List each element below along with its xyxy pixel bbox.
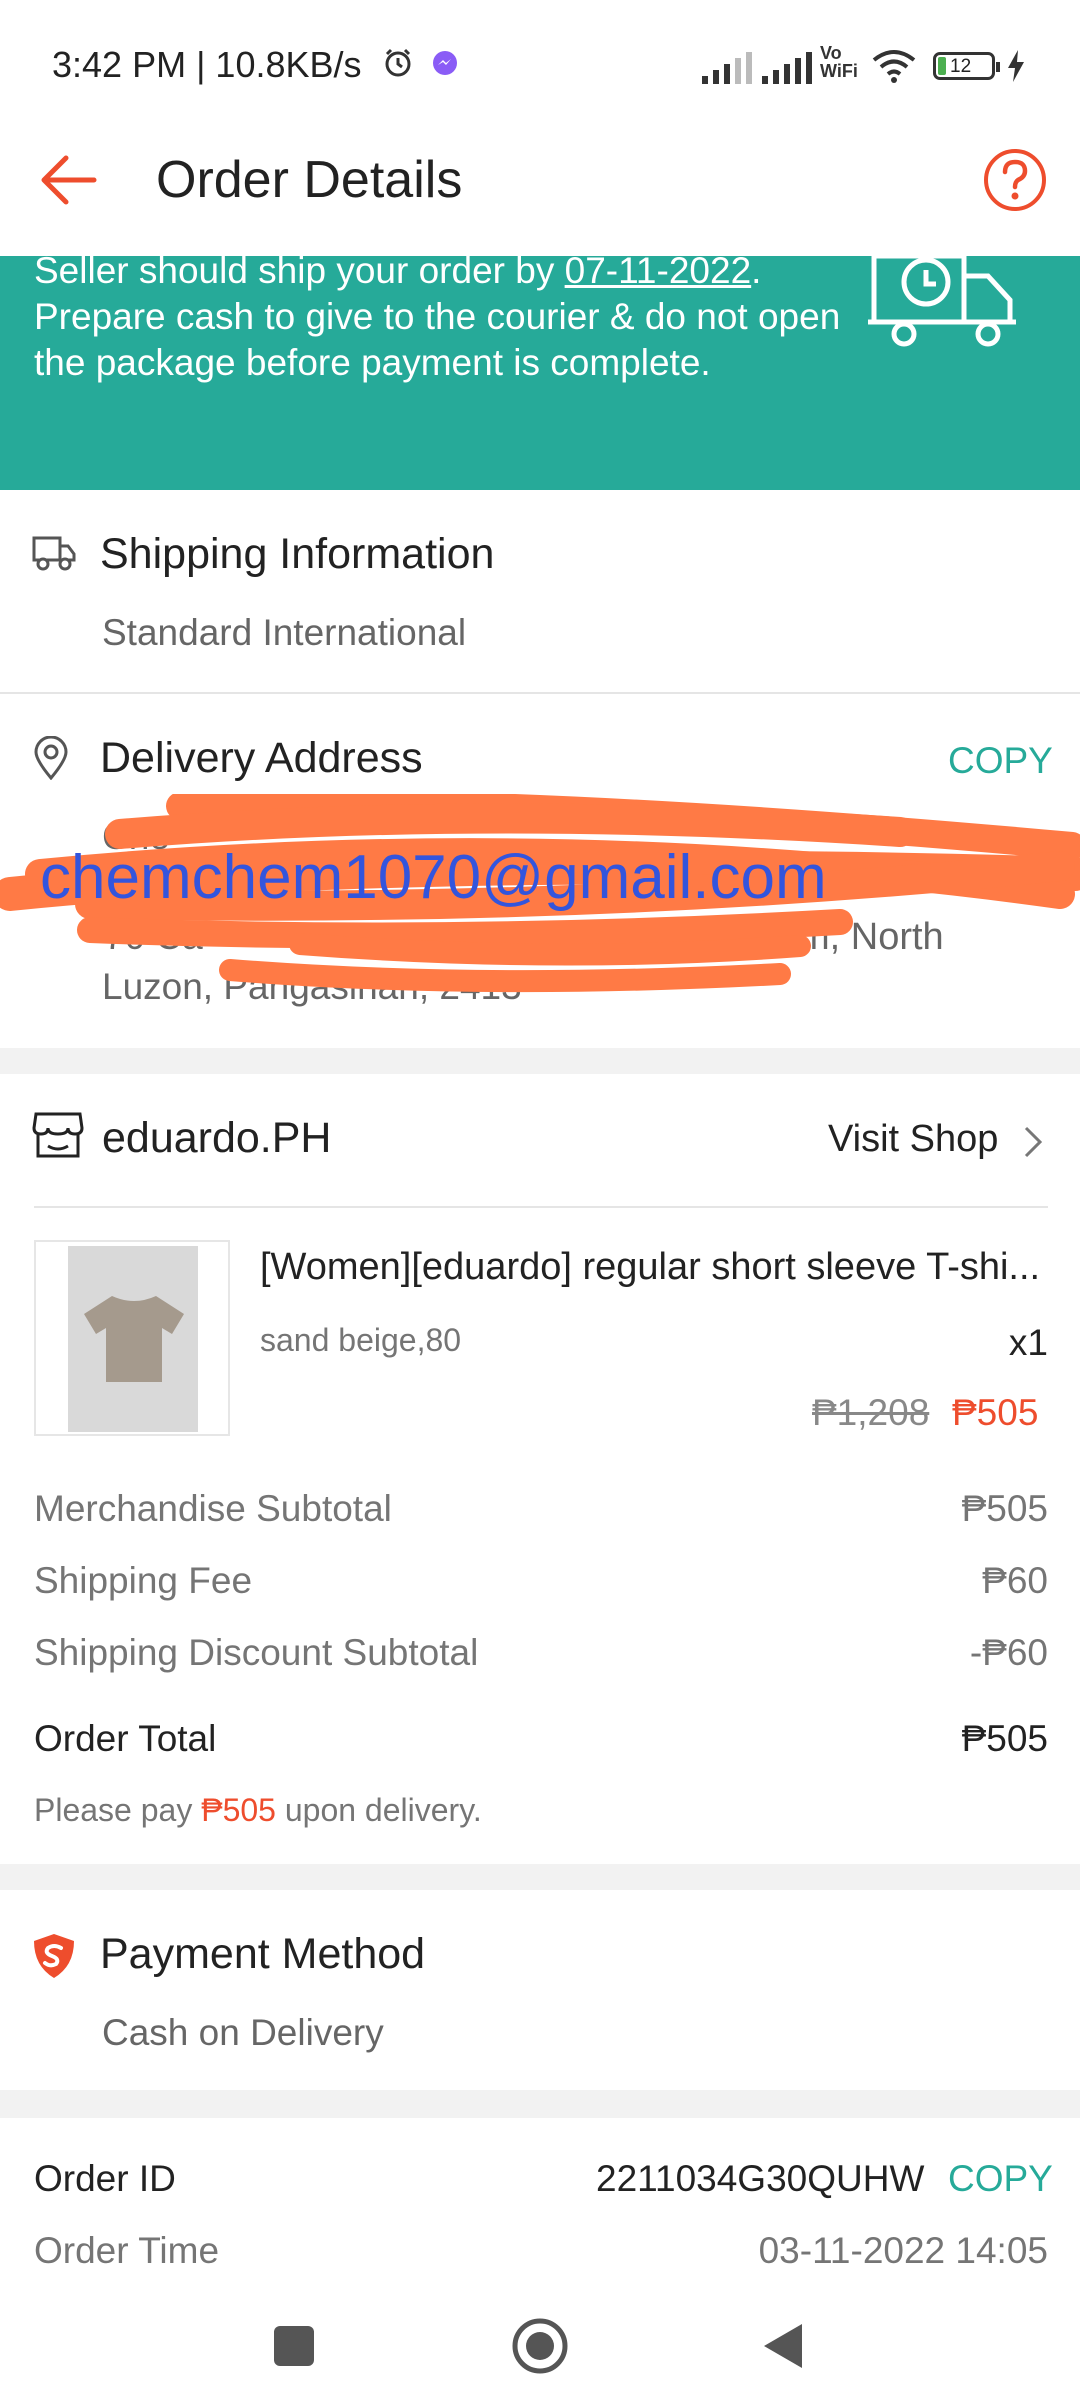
pay-note-start: Please pay: [34, 1792, 202, 1828]
tshirt-image: [84, 1296, 184, 1382]
product-price: ₱505: [952, 1392, 1039, 1433]
alarm-icon: [385, 48, 411, 77]
shipping-discount-label: Shipping Discount Subtotal: [34, 1632, 479, 1673]
order-total-value: ₱505: [961, 1718, 1048, 1759]
status-bar: 3:42 PM | 10.8KB/s Vo WiFi 12: [0, 0, 1080, 130]
wifi-icon: [872, 50, 916, 83]
order-id-label: Order ID: [34, 2158, 176, 2199]
shipping-notice-banner: Seller should ship your order by 07-11-2…: [0, 250, 1080, 490]
vowifi-top: Vo: [820, 43, 842, 63]
location-pin-icon: [34, 736, 68, 780]
order-item-section: eduardo.PH Visit Shop [Women][eduardo] r…: [0, 1074, 1080, 1864]
order-time-label: Order Time: [34, 2230, 220, 2271]
shop-name: eduardo.PH: [102, 1114, 332, 1162]
nav-back-icon[interactable]: [760, 2320, 806, 2372]
battery-level: 12: [950, 56, 972, 77]
merchandise-subtotal-value: ₱505: [961, 1488, 1048, 1529]
shipping-fee-value: ₱60: [982, 1560, 1048, 1601]
vowifi-bottom: WiFi: [820, 61, 858, 81]
product-variation: sand beige,80: [260, 1322, 462, 1358]
messenger-icon: [433, 51, 457, 75]
signal-1-icon: [702, 48, 752, 84]
shipping-info-title: Shipping Information: [100, 530, 495, 578]
shipping-information-section: Shipping Information Standard Internatio…: [0, 490, 1080, 692]
payment-method-value: Cash on Delivery: [102, 2012, 384, 2053]
copy-address-button[interactable]: COPY: [948, 740, 1053, 782]
pay-note-end: upon delivery.: [275, 1792, 482, 1828]
product-name[interactable]: [Women][eduardo] regular short sleeve T-…: [260, 1246, 1050, 1289]
pay-note-amount: ₱505: [201, 1792, 276, 1828]
signal-2-icon: [762, 48, 812, 84]
section-gap: [0, 1864, 1080, 1890]
help-icon[interactable]: [982, 147, 1048, 213]
product-quantity: x1: [1008, 1322, 1048, 1363]
section-gap: [0, 1048, 1080, 1074]
visit-shop-button[interactable]: Visit Shop: [828, 1118, 998, 1161]
shipping-method: Standard International: [102, 612, 467, 653]
banner-ship-date: 07-11-2022: [564, 250, 752, 291]
banner-text-start: Seller should ship your order by: [34, 250, 565, 291]
banner-message: Seller should ship your order by 07-11-2…: [34, 248, 854, 386]
section-gap: [0, 2090, 1080, 2118]
battery-icon: 12: [933, 52, 1000, 80]
page-title: Order Details: [156, 151, 463, 209]
order-info-section: Order ID 2211034G30QUHW COPY Order Time …: [0, 2118, 1080, 2296]
store-icon: [32, 1112, 84, 1158]
order-time-value: 03-11-2022 14:05: [758, 2230, 1048, 2271]
shipping-discount-value: -₱60: [969, 1632, 1048, 1673]
chevron-right-icon[interactable]: [1022, 1124, 1044, 1160]
order-total-label: Order Total: [34, 1718, 217, 1759]
copy-order-id-button[interactable]: COPY: [948, 2158, 1053, 2200]
truck-clock-icon: [868, 256, 1016, 347]
back-arrow-icon[interactable]: [36, 150, 100, 210]
truck-icon: [32, 536, 76, 571]
payment-method-title: Payment Method: [100, 1930, 426, 1978]
email-handwriting-overlay: chemchem1070@gmail.com: [40, 843, 827, 912]
product-thumbnail[interactable]: [34, 1240, 230, 1436]
nav-home-icon[interactable]: [510, 2316, 570, 2376]
shipping-fee-label: Shipping Fee: [34, 1560, 253, 1601]
delivery-address-title: Delivery Address: [100, 734, 423, 782]
shield-payment-icon: [34, 1934, 74, 1978]
divider: [34, 1206, 1048, 1208]
order-id-value: 2211034G30QUHW: [596, 2158, 925, 2199]
system-navigation-bar: [0, 2296, 1080, 2400]
app-header: Order Details: [0, 130, 1080, 256]
pay-upon-delivery-note: Please pay ₱505 upon delivery.: [34, 1792, 482, 1829]
charging-icon: [1008, 50, 1024, 82]
product-original-price: ₱1,208: [812, 1392, 930, 1433]
payment-method-section: Payment Method Cash on Delivery: [0, 1890, 1080, 2090]
nav-square-icon[interactable]: [274, 2326, 314, 2366]
vowifi-icon: Vo WiFi: [820, 44, 858, 80]
delivery-address-section: Delivery Address COPY Che 70 Ca m, North…: [0, 694, 1080, 1048]
merchandise-subtotal-label: Merchandise Subtotal: [34, 1488, 392, 1529]
status-time-speed: 3:42 PM | 10.8KB/s: [52, 44, 362, 85]
